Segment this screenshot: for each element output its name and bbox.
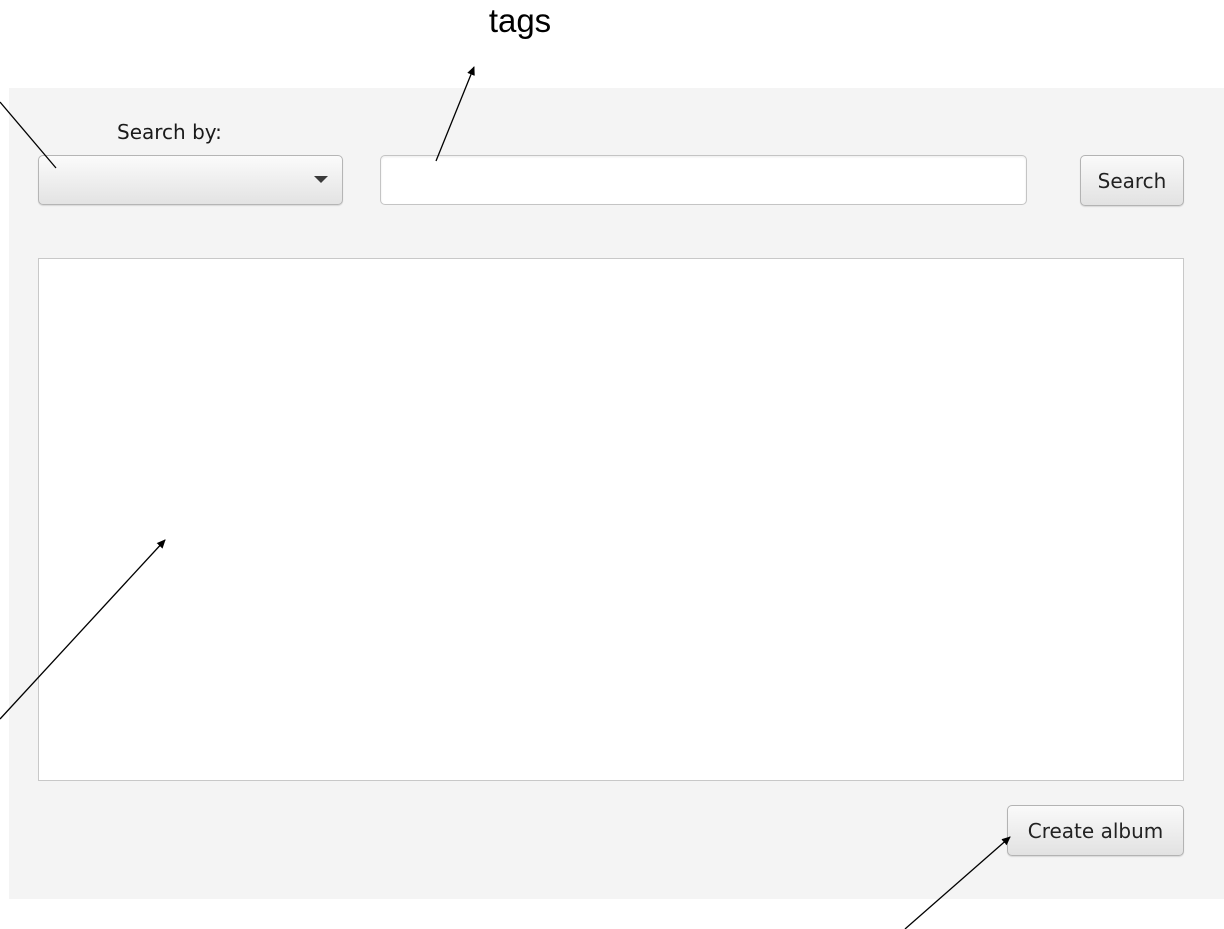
create-album-button[interactable]: Create album	[1007, 805, 1184, 856]
search-by-combobox[interactable]	[38, 155, 343, 205]
screenshot-canvas: tags Search by: Search Create album	[0, 0, 1224, 929]
results-list[interactable]	[38, 258, 1184, 781]
search-button[interactable]: Search	[1080, 155, 1184, 206]
chevron-down-icon	[314, 176, 328, 183]
tags-search-input[interactable]	[380, 155, 1027, 205]
search-by-label: Search by:	[117, 120, 222, 144]
tags-annotation-label: tags	[488, 2, 552, 39]
